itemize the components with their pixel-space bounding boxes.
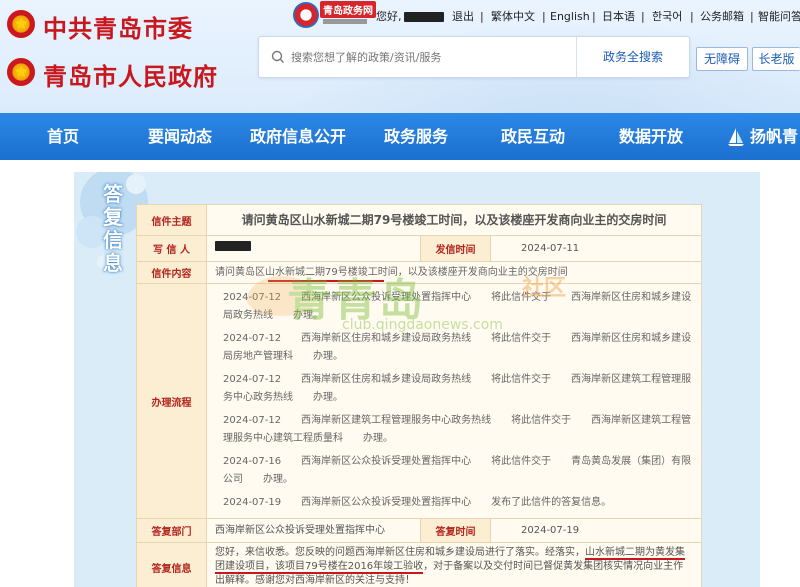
- process-step: 2024-07-16 西海岸新区公众投诉受理处置指挥中心 将此信件交于 青岛黄岛…: [223, 456, 692, 485]
- official-email-link[interactable]: 公务邮箱: [700, 9, 744, 25]
- process-step: 2024-07-12 西海岸新区建筑工程管理服务中心政务热线 将此信件交于 西海…: [223, 415, 692, 444]
- portal-logo[interactable]: 青岛政务网: [293, 1, 376, 31]
- nav-open-data[interactable]: 数据开放: [619, 113, 683, 160]
- process-label: 办理流程: [136, 283, 207, 519]
- nav-home[interactable]: 首页: [47, 113, 79, 160]
- site-header: ★ 中共青岛市委 ★ 青岛市人民政府 青岛政务网 您好, 退出 | 繁体中文 |…: [0, 0, 800, 113]
- cpc-committee-title[interactable]: 中共青岛市委: [43, 9, 193, 44]
- search-button[interactable]: 政务全搜索: [576, 37, 689, 77]
- korean-link[interactable]: 한국어: [652, 9, 682, 25]
- nav-interaction[interactable]: 政民互动: [501, 113, 565, 160]
- search-icon: [271, 50, 284, 63]
- process-step: 2024-07-12 西海岸新区公众投诉受理处置指挥中心 将此信件交于 西海岸新…: [223, 292, 692, 321]
- writer-label: 写 信 人: [136, 235, 207, 262]
- search-bar: 政务全搜索: [258, 36, 690, 78]
- logout-link[interactable]: 退出: [452, 9, 474, 25]
- logo-ring-icon: [293, 2, 319, 28]
- reply-text: 您好，来信收悉。您反映的问题西海岸新区住房和城乡建设局进行了落实。经落实，山水新…: [206, 542, 702, 587]
- english-link[interactable]: English: [550, 9, 590, 25]
- content-highlight: [268, 280, 384, 282]
- writer-value: [206, 235, 421, 262]
- nav-open-info[interactable]: 政府信息公开: [250, 113, 346, 160]
- japanese-link[interactable]: 日本语: [602, 9, 635, 25]
- content-row: 信件内容 请问黄岛区山水新城二期79号楼竣工时间，以及该楼座开发商向业主的交房时…: [136, 261, 702, 284]
- letter-subject: 请问黄岛区山水新城二期79号楼竣工时间，以及该楼座开发商向业主的交房时间: [206, 204, 702, 236]
- content-label: 信件内容: [136, 261, 207, 284]
- reply-label: 答复信息: [136, 542, 207, 587]
- nav-sail-qingdao[interactable]: 扬帆青: [750, 113, 798, 160]
- letter-detail-table: 信件主题 请问黄岛区山水新城二期79号楼竣工时间，以及该楼座开发商向业主的交房时…: [136, 204, 702, 587]
- sent-time-label: 发信时间: [420, 235, 491, 262]
- reply-row: 答复信息 您好，来信收悉。您反映的问题西海岸新区住房和城乡建设局进行了落实。经落…: [136, 542, 702, 587]
- reply-dept: 西海岸新区公众投诉受理处置指挥中心: [206, 518, 421, 543]
- reply-time-label: 答复时间: [420, 518, 491, 543]
- nav-services[interactable]: 政务服务: [384, 113, 448, 160]
- reply-time: 2024-07-19: [490, 518, 702, 543]
- process-row: 办理流程 2024-07-12 西海岸新区公众投诉受理处置指挥中心 将此信件交于…: [136, 283, 702, 519]
- process-step: 2024-07-12 西海岸新区住房和城乡建设局政务热线 将此信件交于 西海岸新…: [223, 374, 692, 403]
- main-navigation: 首页 要闻动态 政府信息公开 政务服务 政民互动 数据开放 扬帆青: [0, 113, 800, 160]
- smart-qa-link[interactable]: 智能问答: [758, 9, 800, 25]
- process-list: 2024-07-12 西海岸新区公众投诉受理处置指挥中心 将此信件交于 西海岸新…: [206, 283, 702, 519]
- user-greeting: 您好,: [376, 9, 444, 25]
- subject-row: 信件主题 请问黄岛区山水新城二期79号楼竣工时间，以及该楼座开发商向业主的交房时…: [136, 204, 702, 236]
- search-input[interactable]: [291, 47, 571, 67]
- accessibility-button[interactable]: 无障碍: [696, 47, 748, 71]
- sail-icon: [728, 128, 744, 146]
- process-step: 2024-07-19 西海岸新区公众投诉受理处置指挥中心 发布了此信件的答复信息…: [223, 497, 612, 508]
- logo-text: 青岛政务网: [320, 1, 376, 18]
- elder-mode-button[interactable]: 长老版: [752, 47, 800, 71]
- party-emblem-icon: ★: [7, 10, 35, 38]
- nav-news[interactable]: 要闻动态: [148, 113, 212, 160]
- reply-dept-label: 答复部门: [136, 518, 207, 543]
- traditional-chinese-link[interactable]: 繁体中文: [491, 9, 535, 25]
- government-title[interactable]: 青岛市人民政府: [43, 57, 218, 92]
- process-step: 2024-07-12 西海岸新区住房和城乡建设局政务热线 将此信件交于 西海岸新…: [223, 333, 692, 362]
- redacted-writer: [215, 241, 251, 251]
- subject-label: 信件主题: [136, 204, 207, 236]
- national-emblem-icon: ★: [7, 58, 35, 86]
- writer-row: 写 信 人 发信时间 2024-07-11: [136, 235, 702, 262]
- reply-dept-row: 答复部门 西海岸新区公众投诉受理处置指挥中心 答复时间 2024-07-19: [136, 518, 702, 543]
- redacted-username: [403, 12, 444, 22]
- sent-time: 2024-07-11: [490, 235, 702, 262]
- panel-title: 答复信息: [103, 182, 123, 275]
